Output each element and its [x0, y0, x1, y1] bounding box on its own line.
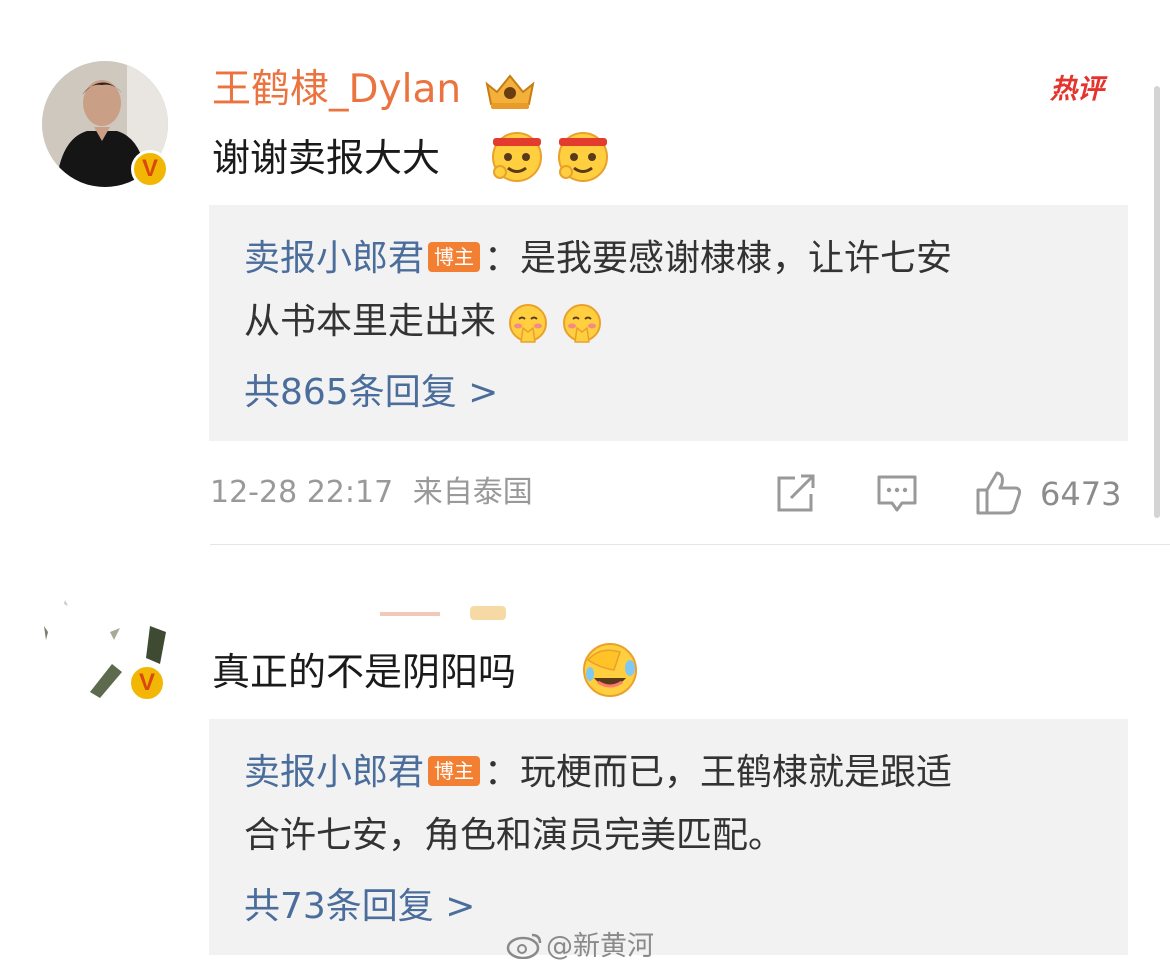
view-replies-link[interactable]: 共865条回复 > [244, 375, 498, 411]
comment-username[interactable]: 王鹤棣_Dylan [212, 70, 461, 109]
cheer-emoji-icon [492, 132, 542, 182]
reply-line-1: 卖报小郎君 博主 ：是我要感谢棣棣，让许七安 [244, 227, 952, 291]
like-count-text: 6473 [1040, 475, 1122, 513]
reply-text: 是我要感谢棣棣，让许七安 [520, 238, 953, 279]
like-count: 6473 [1040, 478, 1121, 510]
reply-text: 玩梗而已，王鹤棣就是跟适 [520, 752, 953, 793]
hot-comment-badge: 热评 [1050, 76, 1104, 103]
username-text: 王鹤棣_Dylan [212, 67, 462, 112]
reply-text: 合许七安，角色和演员完美匹配。 [244, 815, 785, 856]
reply-line-1: 卖报小郎君 博主 ：玩梗而已，王鹤棣就是跟适 [244, 741, 952, 805]
comment-meta: 12-28 22:17 来自泰国 [210, 478, 533, 508]
reply-box[interactable]: 卖报小郎君 博主 ：是我要感谢棣棣，让许七安 从书本里走出来 共865条回复 > [209, 205, 1128, 441]
member-crown-icon [485, 74, 535, 109]
reply-author-link[interactable]: 卖报小郎君 [244, 752, 424, 793]
like-icon[interactable] [975, 470, 1023, 516]
reply-author-link[interactable]: 卖报小郎君 [244, 238, 424, 279]
watermark: @新黄河 [546, 933, 654, 960]
host-tag: 博主 [428, 756, 481, 786]
watermark-text: @新黄河 [546, 931, 654, 962]
weibo-logo-icon [506, 933, 542, 959]
reply-text: 从书本里走出来 [244, 301, 497, 342]
comment-text-content: 真正的不是阴阳吗 [212, 650, 517, 694]
verified-badge-icon: V [131, 150, 169, 188]
reply-line-2: 从书本里走出来 [244, 290, 603, 354]
divider [210, 544, 1170, 545]
cheer-emoji-icon [558, 132, 608, 182]
reply-count-text: 共865条回复 > [244, 372, 499, 413]
facepalm-laugh-emoji-icon [583, 643, 637, 697]
shy-emoji-icon [509, 304, 548, 343]
username-blurred [380, 612, 440, 616]
reply-separator: ： [484, 238, 521, 279]
share-icon[interactable] [775, 474, 817, 514]
host-tag: 博主 [428, 242, 481, 272]
reply-box[interactable]: 卖报小郎君 博主 ：玩梗而已，王鹤棣就是跟适 合许七安，角色和演员完美匹配。 共73… [209, 719, 1128, 955]
reply-count-text: 共73条回复 > [244, 886, 476, 927]
comment-text-content: 谢谢卖报大大 [212, 136, 441, 180]
verified-badge-icon: V [128, 664, 166, 702]
comment-source: 来自泰国 [412, 475, 533, 510]
comment-text: 谢谢卖报大大 [212, 139, 440, 177]
hot-label-text: 热评 [1050, 74, 1104, 105]
shy-emoji-icon [562, 304, 601, 343]
member-crown-icon [470, 606, 506, 620]
comment-time: 12-28 22:17 [210, 475, 394, 510]
comment-icon[interactable] [876, 474, 918, 514]
view-replies-link[interactable]: 共73条回复 > [244, 889, 475, 925]
reply-separator: ： [484, 752, 521, 793]
reply-line-2: 合许七安，角色和演员完美匹配。 [244, 804, 784, 868]
comment-text: 真正的不是阴阳吗 [212, 653, 516, 691]
scrollbar[interactable] [1154, 86, 1160, 518]
